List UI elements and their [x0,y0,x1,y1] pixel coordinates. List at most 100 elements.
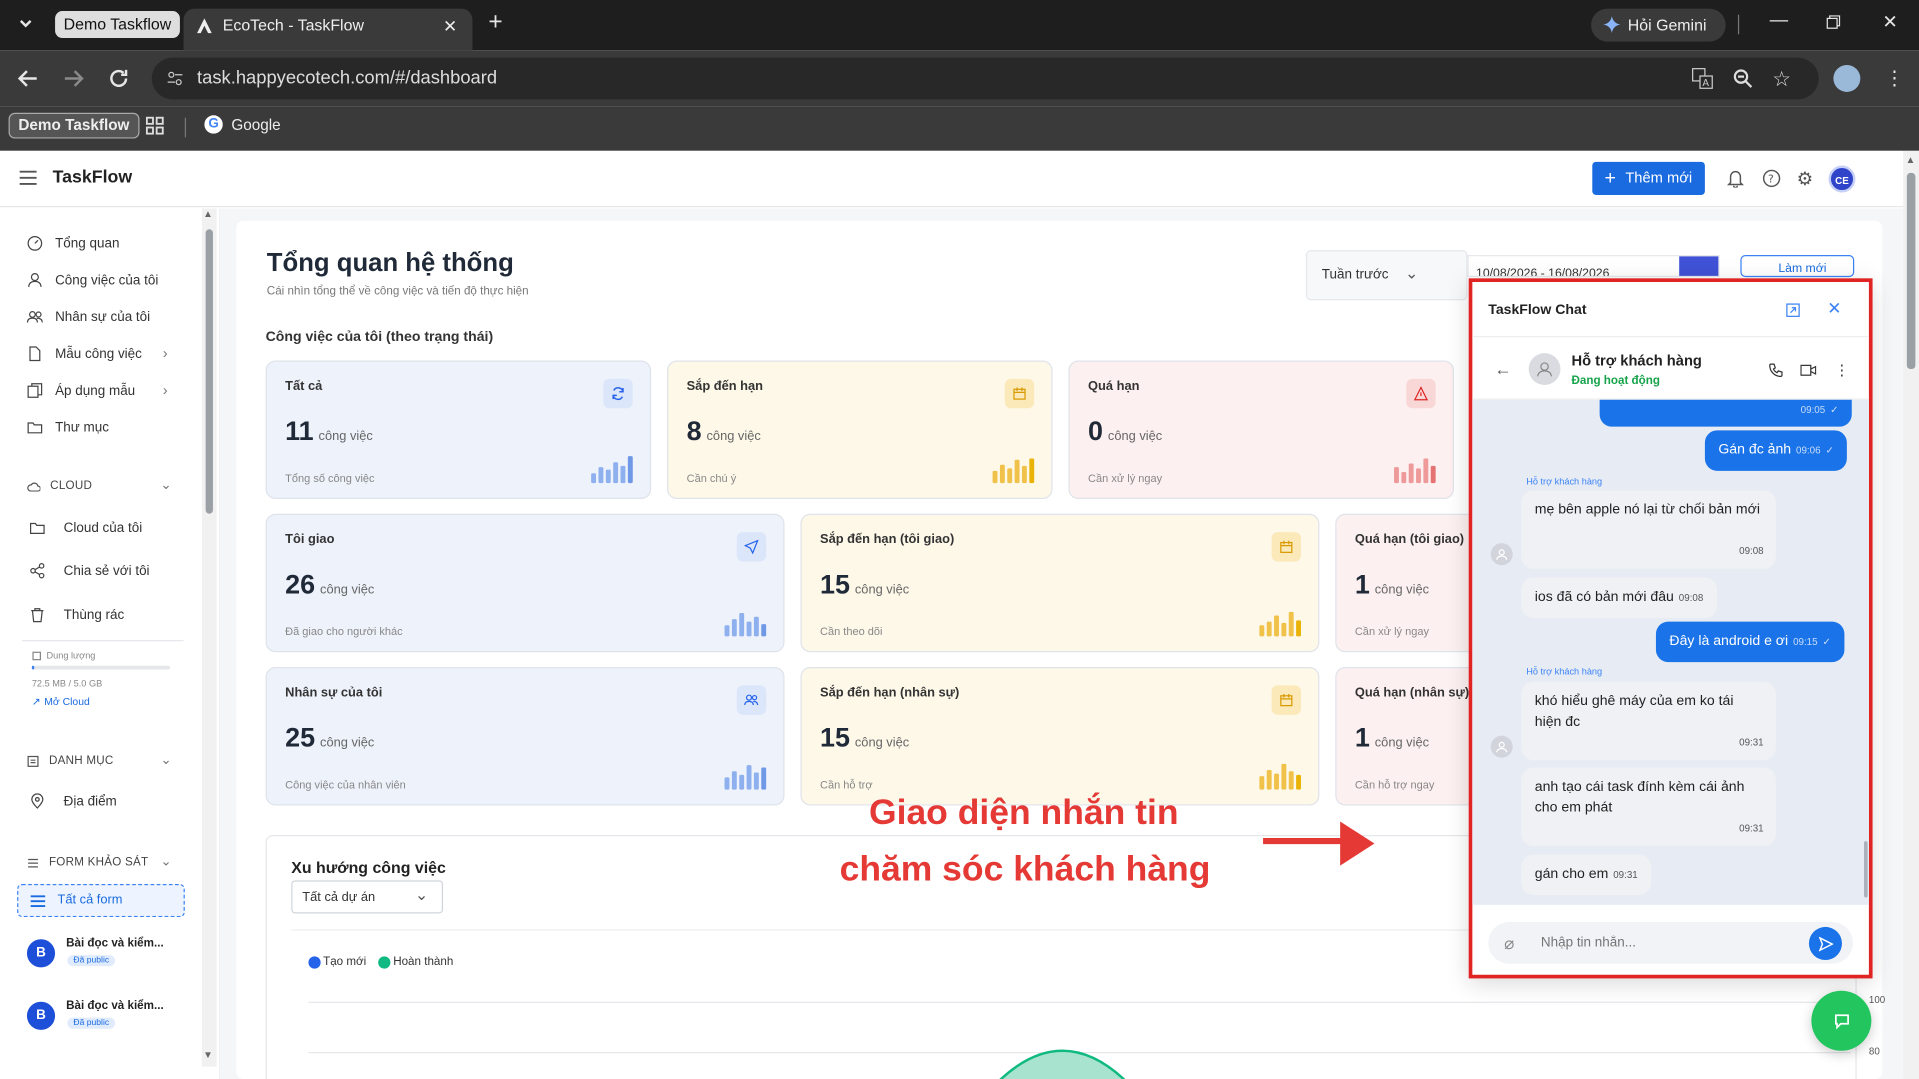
message-input[interactable] [1540,931,1786,954]
chevron-down-icon[interactable]: ⌄ [160,752,171,768]
sidebar-scrollbar-thumb[interactable] [205,229,213,514]
tab-search-icon[interactable] [17,15,34,32]
close-tab-icon[interactable]: ✕ [443,9,457,43]
scroll-up-icon[interactable]: ▲ [1906,154,1916,165]
gemini-button[interactable]: Hỏi Gemini [1591,8,1726,42]
card-my-staff[interactable]: Nhân sự của tôi 25 công việc Công việc củ… [265,666,785,806]
status-badge: Đã public [67,1017,116,1029]
sidebar-scrollbar[interactable]: ▲ ▼ [201,208,217,1067]
chat-fab-button[interactable] [1811,990,1872,1051]
settings-icon[interactable]: ⚙ [1797,168,1813,190]
message-outgoing[interactable]: Đây là android e ơi 09:15 ✓ [1655,621,1845,663]
user-avatar[interactable]: CE [1828,165,1856,193]
card-assigned-by-me[interactable]: Tôi giao 26 công việc Đã giao cho người k… [265,513,785,653]
sidebar-item-locations[interactable]: Địa điểm [29,793,117,809]
message-outgoing[interactable]: Gán đc ảnh 09:06 ✓ [1704,430,1848,471]
browser-menu-icon[interactable]: ⋮ [1885,66,1905,91]
close-chat-icon[interactable]: ✕ [1827,298,1841,319]
message-incoming[interactable]: gán cho em 09:31 [1521,854,1652,896]
sidebar-item-my-staff[interactable]: Nhân sự của tôi [26,309,150,325]
apps-grid-icon[interactable] [145,116,164,135]
sender-avatar [1490,735,1513,758]
page-scrollbar[interactable]: ▲ [1903,150,1919,1079]
open-cloud-link[interactable]: ↗ Mở Cloud [32,695,90,708]
sidebar-item-task-templates[interactable]: Mẫu công việc [27,346,142,362]
reload-icon[interactable] [108,67,130,89]
scroll-down-icon[interactable]: ▼ [203,1050,213,1061]
trash-icon [31,608,44,623]
card-overdue[interactable]: Quá hạn 0 công việc Cần xử lý ngay [1068,360,1454,500]
card-assigned-due-soon[interactable]: Sắp đến hạn (tôi giao) 15 công việc Cần t… [800,513,1320,653]
send-button[interactable] [1808,926,1842,961]
category-section-header[interactable]: DANH MỤC [27,754,114,768]
message-list-scrollbar[interactable] [1863,841,1868,898]
card-title: Quá hạn (nhân sự) [1354,685,1470,701]
minimize-icon[interactable]: — [1770,10,1788,31]
sidebar-item-my-tasks[interactable]: Công việc của tôi [27,272,158,288]
sidebar-item-shared-with-me[interactable]: Chia sẻ với tôi [29,563,150,579]
add-new-button[interactable]: + Thêm mới [1592,161,1705,195]
site-info-icon[interactable] [166,70,183,87]
back-arrow-icon[interactable]: ← [1494,359,1511,379]
chevron-down-icon[interactable]: ⌄ [160,853,171,870]
chevron-right-icon[interactable]: › [163,345,168,362]
read-check-icon: ✓ [1822,636,1831,648]
card-due-soon[interactable]: Sắp đến hạn 8 công việc Cần chú ý [667,360,1053,500]
message-list[interactable]: 09:05 ✓ Gán đc ảnh 09:06 ✓ Hỗ trợ khách hàn… [1472,399,1869,905]
bookmark-group[interactable]: Demo Taskflow [8,112,140,139]
all-forms-button[interactable]: Tất cả form [17,884,185,918]
calendar-button[interactable] [1679,256,1719,276]
app-name[interactable]: TaskFlow [53,168,133,188]
video-icon[interactable] [1800,364,1817,376]
phone-icon[interactable] [1769,363,1784,378]
chevron-right-icon[interactable]: › [163,381,168,398]
close-window-icon[interactable]: ✕ [1882,11,1897,33]
bookmark-google[interactable]: Google [231,116,280,133]
attach-icon[interactable]: ⌀ [1504,933,1514,954]
date-range-input[interactable]: 10/08/2026 - 16/08/2026 [1467,255,1720,278]
cloud-section-header[interactable]: CLOUD [27,479,92,493]
tab-group-label[interactable]: Demo Taskflow [55,11,180,39]
message-incoming[interactable]: khó hiểu ghê máy của em ko tái hiện đc 09… [1521,681,1776,761]
period-select[interactable]: Tuần trước ⌄ [1305,250,1468,301]
address-bar[interactable]: task.happyecotech.com/#/dashboard A ☆ [151,57,1819,100]
scroll-up-icon[interactable]: ▲ [203,208,213,219]
chevron-down-icon[interactable]: ⌄ [160,477,171,493]
restore-icon[interactable] [1826,15,1841,30]
active-tab[interactable]: EcoTech - TaskFlow ✕ [183,8,473,51]
zoom-icon[interactable] [1733,69,1753,89]
help-icon[interactable]: ? [1762,169,1781,188]
refresh-button[interactable]: Làm mới [1740,255,1855,278]
message-text: Đây là android e ơi [1669,633,1789,649]
message-incoming[interactable]: mẹ bên apple nó lại từ chối bản mới 09:08 [1521,490,1776,569]
more-options-icon[interactable]: ⋮ [1835,362,1850,379]
sidebar-item-overview[interactable]: Tổng quan [27,235,120,251]
message-incoming[interactable]: ios đã có bản mới đâu 09:08 [1521,577,1717,618]
message-incoming[interactable]: anh tạo cái task đính kèm cái ảnh cho em… [1521,767,1776,847]
forward-icon[interactable] [62,67,84,89]
expand-icon[interactable] [1786,303,1801,318]
project-select[interactable]: Tất cả dự án ⌄ [291,880,444,914]
dashboard-icon [27,236,43,251]
form-entry[interactable]: B Bài đọc và kiểm... Đã public [26,999,198,1046]
message-outgoing[interactable]: 09:05 ✓ [1599,399,1852,427]
translate-icon[interactable]: A [1691,67,1713,89]
bookmark-star-icon[interactable]: ☆ [1772,67,1791,92]
legend-item[interactable]: Hoàn thành [378,955,453,969]
new-tab-icon[interactable]: + [488,10,502,35]
profile-avatar[interactable] [1833,64,1861,92]
back-icon[interactable] [17,67,39,89]
send-icon [736,532,767,562]
card-all-tasks[interactable]: Tất cả 11 công việc Tổng số công việc [265,360,652,500]
legend-item[interactable]: Tạo mới [308,955,366,969]
sidebar-item-my-cloud[interactable]: Cloud của tôi [29,520,142,536]
bell-icon[interactable] [1726,169,1744,188]
forms-section-header[interactable]: FORM KHẢO SÁT [27,856,148,869]
sidebar-item-apply-template[interactable]: Áp dụng mẫu [27,383,135,399]
sidebar-item-folders[interactable]: Thư mục [27,419,109,435]
form-entry[interactable]: B Bài đọc và kiểm... Đã public [26,937,198,983]
card-staff-due-soon[interactable]: Sắp đến hạn (nhân sự) 15 công việc Cần hỗ… [800,666,1320,806]
page-scrollbar-thumb[interactable] [1906,172,1916,370]
sidebar-item-trash[interactable]: Thùng rác [29,607,124,623]
menu-icon[interactable] [19,170,37,185]
